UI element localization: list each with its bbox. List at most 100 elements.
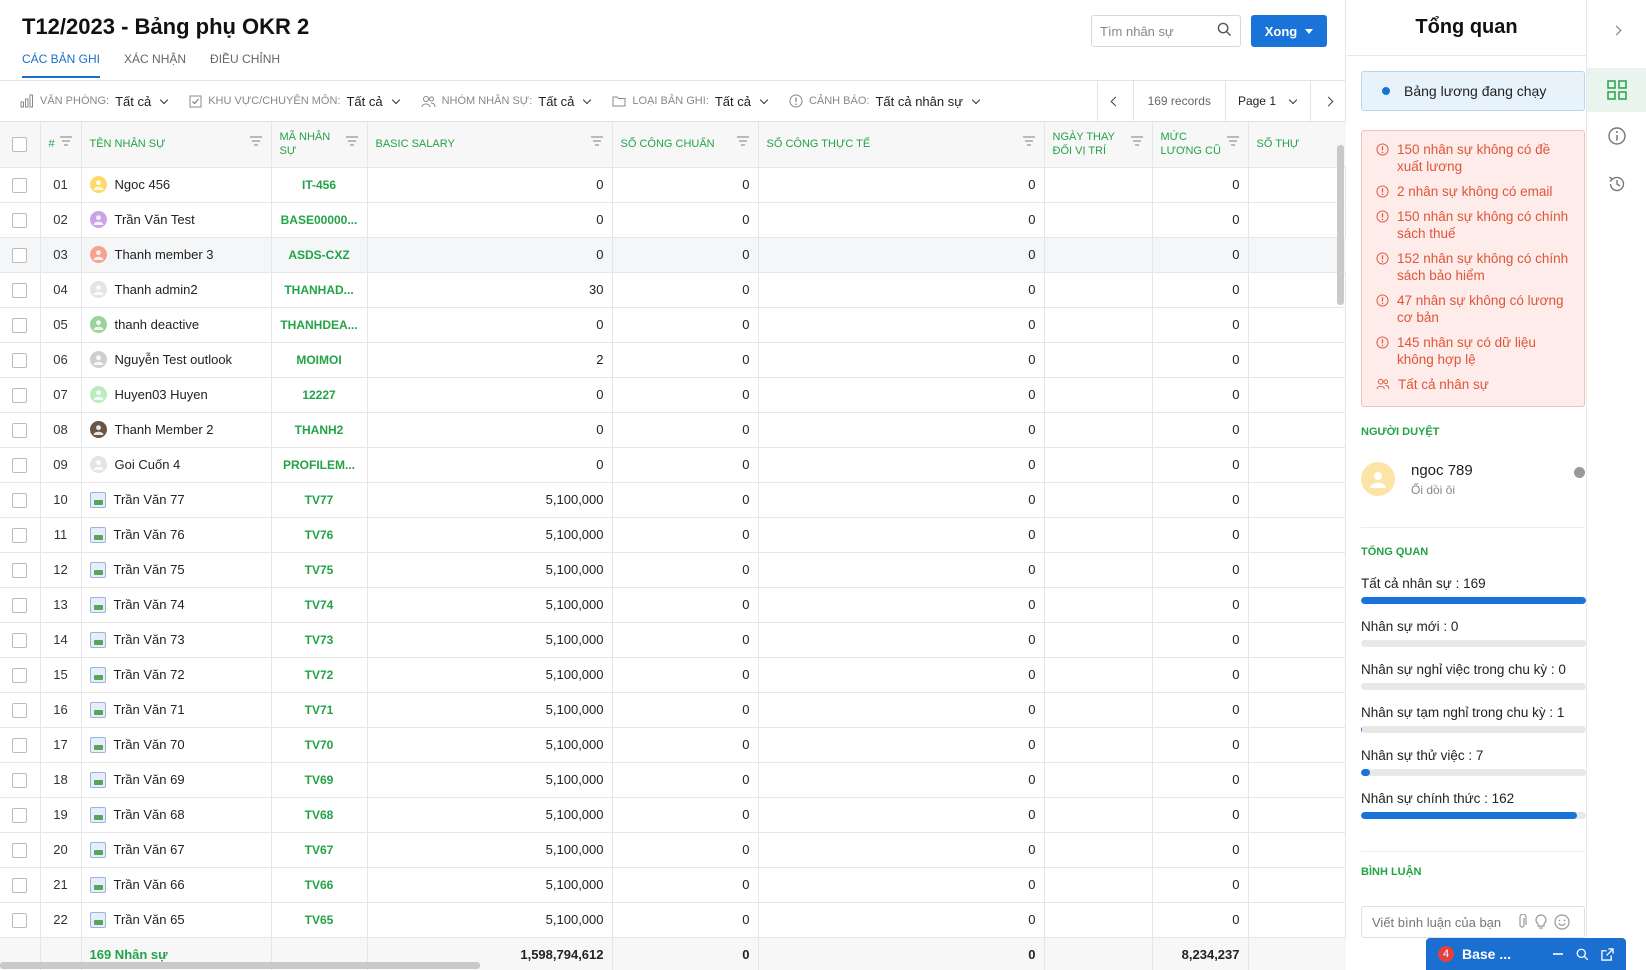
row-checkbox[interactable] bbox=[12, 177, 28, 193]
extra-cell[interactable] bbox=[1248, 552, 1346, 588]
table-row[interactable]: 22 Trần Văn 65 TV65 5,100,000 0 0 0 bbox=[0, 902, 1346, 938]
actual-days-cell[interactable]: 0 bbox=[758, 902, 1045, 938]
employee-name-cell[interactable]: Ngoc 456 bbox=[81, 167, 272, 203]
extra-cell[interactable] bbox=[1248, 517, 1346, 553]
actual-days-cell[interactable]: 0 bbox=[758, 447, 1045, 483]
col-header-code[interactable]: MÃ NHÂN SỰ bbox=[271, 122, 368, 168]
position-change-date-cell[interactable] bbox=[1044, 307, 1153, 343]
row-checkbox[interactable] bbox=[12, 212, 28, 228]
position-change-date-cell[interactable] bbox=[1044, 412, 1153, 448]
collapse-panel-button[interactable] bbox=[1587, 8, 1646, 52]
standard-days-cell[interactable]: 0 bbox=[612, 867, 759, 903]
actual-days-cell[interactable]: 0 bbox=[758, 167, 1045, 203]
table-row[interactable]: 04 Thanh admin2 THANHAD... 30 0 0 0 bbox=[0, 272, 1346, 308]
attachment-icon[interactable] bbox=[1516, 914, 1528, 930]
position-change-date-cell[interactable] bbox=[1044, 237, 1153, 273]
old-salary-cell[interactable]: 0 bbox=[1152, 832, 1249, 868]
actual-days-cell[interactable]: 0 bbox=[758, 762, 1045, 798]
row-checkbox[interactable] bbox=[12, 702, 28, 718]
warning-item[interactable]: 150 nhân sự không có chính sách thuế bbox=[1376, 208, 1570, 242]
emoji-icon[interactable] bbox=[1554, 914, 1570, 930]
employee-name-cell[interactable]: Trần Văn 68 bbox=[81, 797, 272, 833]
done-button[interactable]: Xong bbox=[1251, 15, 1327, 47]
standard-days-cell[interactable]: 0 bbox=[612, 447, 759, 483]
standard-days-cell[interactable]: 0 bbox=[612, 902, 759, 938]
comment-input[interactable] bbox=[1372, 914, 1510, 930]
row-checkbox[interactable] bbox=[12, 492, 28, 508]
actual-days-cell[interactable]: 0 bbox=[758, 377, 1045, 413]
standard-days-cell[interactable]: 0 bbox=[612, 587, 759, 623]
extra-cell[interactable] bbox=[1248, 202, 1346, 238]
basic-salary-cell[interactable]: 5,100,000 bbox=[367, 587, 613, 623]
basic-salary-cell[interactable]: 5,100,000 bbox=[367, 552, 613, 588]
warning-item[interactable]: 2 nhân sự không có email bbox=[1376, 183, 1570, 200]
warning-item[interactable]: 47 nhân sự không có lương cơ bản bbox=[1376, 292, 1570, 326]
basic-salary-cell[interactable]: 0 bbox=[367, 167, 613, 203]
old-salary-cell[interactable]: 0 bbox=[1152, 727, 1249, 763]
employee-code[interactable]: THANHDEA... bbox=[271, 307, 368, 343]
old-salary-cell[interactable]: 0 bbox=[1152, 657, 1249, 693]
basic-salary-cell[interactable]: 0 bbox=[367, 237, 613, 273]
employee-name-cell[interactable]: Trần Văn 71 bbox=[81, 692, 272, 728]
col-header-old-salary[interactable]: MỨC LƯƠNG CŨ bbox=[1152, 122, 1249, 168]
filter-office[interactable]: VĂN PHÒNG: Tất cả bbox=[20, 94, 169, 109]
actual-days-cell[interactable]: 0 bbox=[758, 482, 1045, 518]
employee-name-cell[interactable]: Trần Văn 65 bbox=[81, 902, 272, 938]
employee-name-cell[interactable]: Trần Văn 75 bbox=[81, 552, 272, 588]
filter-warning[interactable]: CẢNH BÁO: Tất cả nhân sự bbox=[789, 94, 981, 109]
col-header-basic-salary[interactable]: BASIC SALARY bbox=[367, 122, 613, 168]
basic-salary-cell[interactable]: 5,100,000 bbox=[367, 867, 613, 903]
position-change-date-cell[interactable] bbox=[1044, 902, 1153, 938]
actual-days-cell[interactable]: 0 bbox=[758, 587, 1045, 623]
filter-region[interactable]: KHU VỰC/CHUYÊN MÔN: Tất cả bbox=[189, 94, 400, 109]
standard-days-cell[interactable]: 0 bbox=[612, 762, 759, 798]
extra-cell[interactable] bbox=[1248, 622, 1346, 658]
filter-icon[interactable] bbox=[249, 136, 263, 146]
row-checkbox[interactable] bbox=[12, 317, 28, 333]
employee-code[interactable]: PROFILEM... bbox=[271, 447, 368, 483]
row-checkbox[interactable] bbox=[12, 387, 28, 403]
warning-all-staff-link[interactable]: Tất cả nhân sự bbox=[1376, 376, 1570, 393]
employee-code[interactable]: TV68 bbox=[271, 797, 368, 833]
row-checkbox[interactable] bbox=[12, 667, 28, 683]
page-select[interactable]: Page 1 bbox=[1224, 81, 1310, 121]
basic-salary-cell[interactable]: 5,100,000 bbox=[367, 832, 613, 868]
employee-name-cell[interactable]: Thanh Member 2 bbox=[81, 412, 272, 448]
extra-cell[interactable] bbox=[1248, 727, 1346, 763]
search-icon[interactable] bbox=[1576, 948, 1589, 961]
extra-cell[interactable] bbox=[1248, 447, 1346, 483]
employee-code[interactable]: TV69 bbox=[271, 762, 368, 798]
extra-cell[interactable] bbox=[1248, 412, 1346, 448]
employee-name-cell[interactable]: Nguyễn Test outlook bbox=[81, 342, 272, 378]
employee-name-cell[interactable]: thanh deactive bbox=[81, 307, 272, 343]
table-row[interactable]: 12 Trần Văn 75 TV75 5,100,000 0 0 0 bbox=[0, 552, 1346, 588]
old-salary-cell[interactable]: 0 bbox=[1152, 867, 1249, 903]
search-icon[interactable] bbox=[1217, 22, 1232, 40]
position-change-date-cell[interactable] bbox=[1044, 342, 1153, 378]
info-tab-button[interactable] bbox=[1587, 114, 1646, 158]
table-row[interactable]: 21 Trần Văn 66 TV66 5,100,000 0 0 0 bbox=[0, 867, 1346, 903]
col-header-index[interactable]: # bbox=[40, 122, 82, 168]
old-salary-cell[interactable]: 0 bbox=[1152, 517, 1249, 553]
table-row[interactable]: 02 Trần Văn Test BASE00000... 0 0 0 0 bbox=[0, 202, 1346, 238]
col-header-position-change-date[interactable]: NGÀY THAY ĐỔI VỊ TRÍ bbox=[1044, 122, 1153, 168]
employee-name-cell[interactable]: Trần Văn 67 bbox=[81, 832, 272, 868]
horizontal-scrollbar[interactable] bbox=[0, 962, 480, 969]
actual-days-cell[interactable]: 0 bbox=[758, 867, 1045, 903]
actual-days-cell[interactable]: 0 bbox=[758, 237, 1045, 273]
row-checkbox[interactable] bbox=[12, 282, 28, 298]
employee-code[interactable]: TV73 bbox=[271, 622, 368, 658]
table-row[interactable]: 18 Trần Văn 69 TV69 5,100,000 0 0 0 bbox=[0, 762, 1346, 798]
position-change-date-cell[interactable] bbox=[1044, 167, 1153, 203]
actual-days-cell[interactable]: 0 bbox=[758, 552, 1045, 588]
old-salary-cell[interactable]: 0 bbox=[1152, 377, 1249, 413]
standard-days-cell[interactable]: 0 bbox=[612, 832, 759, 868]
col-header-name[interactable]: TÊN NHÂN SỰ bbox=[81, 122, 272, 168]
row-checkbox[interactable] bbox=[12, 562, 28, 578]
row-checkbox[interactable] bbox=[12, 457, 28, 473]
employee-code[interactable]: ASDS-CXZ bbox=[271, 237, 368, 273]
extra-cell[interactable] bbox=[1248, 307, 1346, 343]
actual-days-cell[interactable]: 0 bbox=[758, 272, 1045, 308]
standard-days-cell[interactable]: 0 bbox=[612, 692, 759, 728]
basic-salary-cell[interactable]: 5,100,000 bbox=[367, 517, 613, 553]
